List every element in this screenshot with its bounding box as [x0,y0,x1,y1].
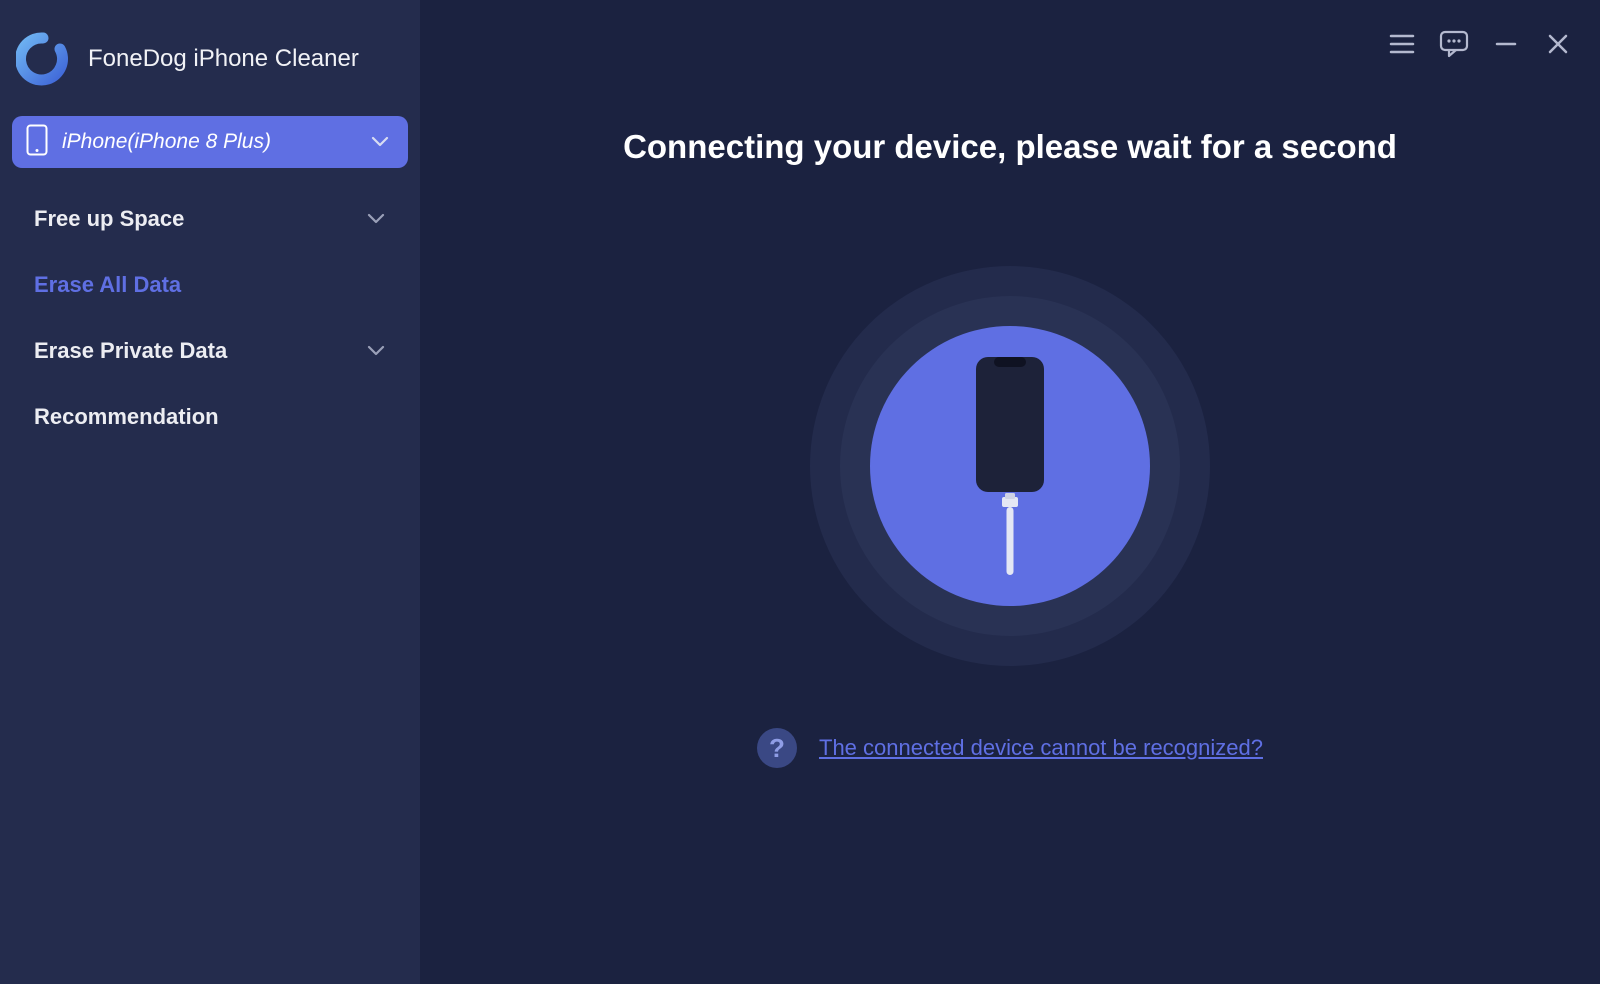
nav-item-label: Erase All Data [34,272,181,298]
nav: Free up Space Erase All Data Erase Priva… [0,186,420,450]
nav-recommendation[interactable]: Recommendation [0,384,420,450]
connecting-headline: Connecting your device, please wait for … [623,128,1397,166]
nav-erase-all-data[interactable]: Erase All Data [0,252,420,318]
chevron-down-icon [366,341,386,361]
main-content: Connecting your device, please wait for … [420,0,1600,984]
nav-free-up-space[interactable]: Free up Space [0,186,420,252]
chevron-down-icon [370,132,390,152]
nav-item-label: Recommendation [34,404,219,430]
chevron-down-icon [366,209,386,229]
app-window: FoneDog iPhone Cleaner iPhone(iPhone 8 P… [0,0,1600,984]
nav-item-label: Erase Private Data [34,338,227,364]
nav-erase-private-data[interactable]: Erase Private Data [0,318,420,384]
nav-item-label: Free up Space [34,206,184,232]
brand: FoneDog iPhone Cleaner [0,22,420,96]
connecting-illustration [810,266,1210,666]
help-link[interactable]: The connected device cannot be recognize… [819,735,1263,761]
device-selector[interactable]: iPhone(iPhone 8 Plus) [12,116,408,168]
help-icon[interactable]: ? [757,728,797,768]
phone-icon [26,124,48,161]
device-label: iPhone(iPhone 8 Plus) [62,130,356,154]
main-panel: Connecting your device, please wait for … [420,0,1600,984]
app-title: FoneDog iPhone Cleaner [88,45,359,73]
brand-logo-icon [16,32,70,86]
help-row: ? The connected device cannot be recogni… [757,728,1263,768]
sidebar: FoneDog iPhone Cleaner iPhone(iPhone 8 P… [0,0,420,984]
phone-illustration-icon [950,351,1070,581]
